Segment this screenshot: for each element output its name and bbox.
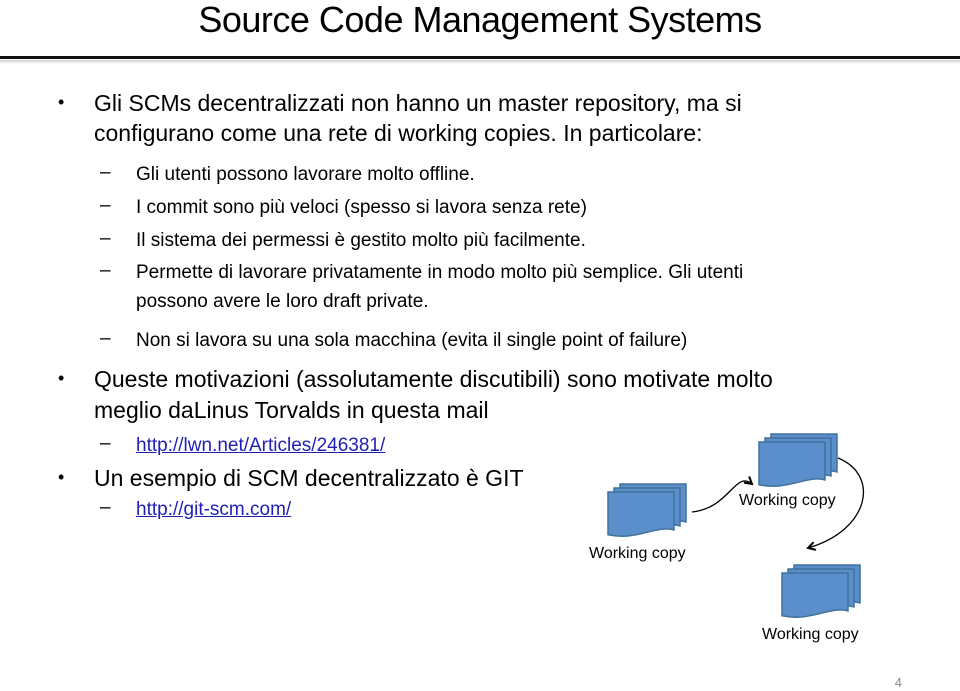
- bullet-2-line-2: meglio daLinus Torvalds in questa mail: [94, 397, 489, 423]
- sub-item-permissions: Il sistema dei permessi è gestito molto …: [136, 230, 586, 251]
- dash-icon: –: [100, 195, 111, 216]
- slide-title: Source Code Management Systems: [198, 0, 762, 40]
- document-sheet-2: [764, 437, 832, 483]
- arrow-wc2-to-wc3: [808, 457, 865, 548]
- working-copy-label: Working copy: [762, 626, 859, 643]
- bullet-icon: •: [58, 92, 65, 112]
- dash-icon: –: [100, 497, 111, 518]
- sub-item-single-point: Non si lavora su una sola macchina (evit…: [136, 330, 688, 351]
- page-number: 4: [894, 675, 902, 690]
- working-copy-label: Working copy: [739, 492, 836, 509]
- dash-icon: –: [100, 260, 111, 281]
- document-sheet-1: [793, 564, 861, 610]
- title-divider-shadow: [0, 60, 960, 64]
- document-stack-icon: [758, 433, 838, 487]
- document-sheet-2: [613, 487, 681, 533]
- dash-icon: –: [100, 228, 111, 249]
- arrow-wc1-to-wc2: [691, 481, 752, 513]
- sub-item-commit: I commit sono più veloci (spesso si lavo…: [136, 197, 587, 218]
- bullet-icon: •: [58, 368, 65, 388]
- sub-item-private-line-1: Permette di lavorare privatamente in mod…: [136, 262, 744, 283]
- bullet-2-line-1: Queste motivazioni (assolutamente discut…: [94, 366, 773, 392]
- document-stack-icon: [607, 483, 687, 537]
- working-copy-label: Working copy: [589, 545, 686, 562]
- git-scm-link[interactable]: http://git-scm.com/: [136, 497, 291, 523]
- document-sheet-2: [787, 568, 855, 614]
- sub-item-private-line-2: possono avere le loro draft private.: [136, 291, 429, 312]
- document-sheet-3: [758, 441, 826, 487]
- document-sheet-3: [607, 491, 675, 537]
- lwn-article-link[interactable]: http://lwn.net/Articles/246381/: [136, 433, 385, 459]
- title-divider: [0, 56, 960, 59]
- document-sheet-1: [619, 483, 687, 529]
- dash-icon: –: [100, 328, 111, 349]
- bullet-icon: •: [58, 467, 65, 487]
- bullet-1-line-1: Gli SCMs decentralizzati non hanno un ma…: [94, 90, 742, 116]
- bullet-3-line-1: Un esempio di SCM decentralizzato è GIT: [94, 465, 524, 491]
- dash-icon: –: [100, 433, 111, 454]
- sub-item-offline: Gli utenti possono lavorare molto offlin…: [136, 164, 475, 185]
- bullet-1-line-2: configurano come una rete di working cop…: [94, 120, 703, 146]
- document-stack-icon: [781, 564, 861, 618]
- dash-icon: –: [100, 162, 111, 183]
- document-sheet-1: [770, 433, 838, 479]
- document-sheet-3: [781, 572, 849, 618]
